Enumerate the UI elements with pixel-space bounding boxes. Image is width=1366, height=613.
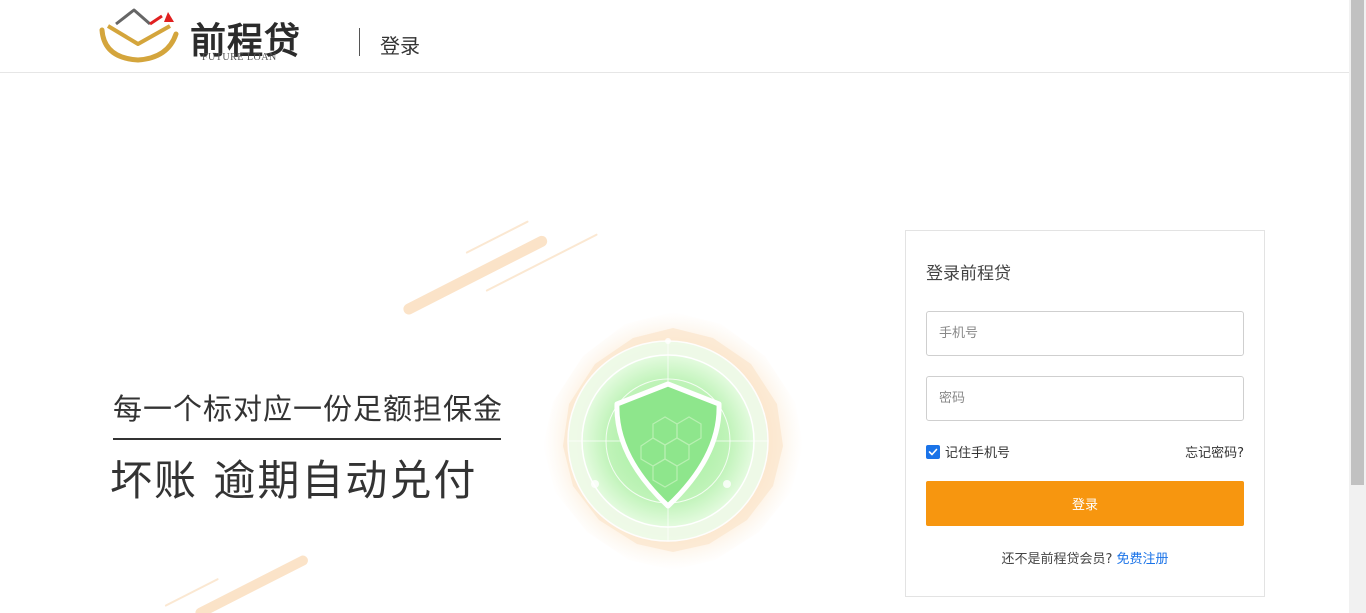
password-input[interactable] — [926, 376, 1244, 421]
slogan-line-2: 坏账 逾期自动兑付 — [110, 456, 478, 505]
login-panel-title: 登录前程贷 — [926, 264, 1011, 284]
logo-emblem-icon — [99, 8, 179, 63]
remember-phone[interactable]: 记住手机号 — [926, 442, 1010, 461]
page-title: 登录 — [380, 34, 420, 58]
phone-input[interactable] — [926, 311, 1244, 356]
scrollbar-thumb[interactable] — [1351, 0, 1364, 485]
remember-phone-checkbox[interactable] — [926, 444, 940, 459]
header-divider — [359, 28, 360, 56]
forgot-password-link[interactable]: 忘记密码? — [1185, 442, 1244, 461]
page: 前程贷 FUTURE LOAN 登录 每一个标对应一份足额担保金 坏账 逾期自动… — [0, 0, 1366, 613]
checkmark-icon — [928, 448, 938, 455]
logo-subtitle: FUTURE LOAN — [202, 52, 277, 63]
slogan-line-1: 每一个标对应一份足额担保金 — [113, 386, 502, 440]
register-link[interactable]: 免费注册 — [1117, 552, 1169, 567]
register-prompt: 还不是前程贷会员? — [1001, 552, 1113, 567]
login-panel: 登录前程贷 记住手机号 忘记密码? 登录 还不是前程贷会员? 免费注册 — [905, 230, 1265, 597]
page-scrollbar[interactable] — [1349, 0, 1366, 613]
register-line: 还不是前程贷会员? 免费注册 — [906, 548, 1264, 567]
security-shield-icon — [543, 312, 803, 570]
login-button[interactable]: 登录 — [926, 481, 1244, 526]
logo[interactable]: 前程贷 FUTURE LOAN — [98, 8, 323, 66]
header: 前程贷 FUTURE LOAN 登录 — [0, 0, 1349, 73]
shield-illustration — [533, 306, 813, 576]
remember-phone-label: 记住手机号 — [945, 446, 1011, 461]
